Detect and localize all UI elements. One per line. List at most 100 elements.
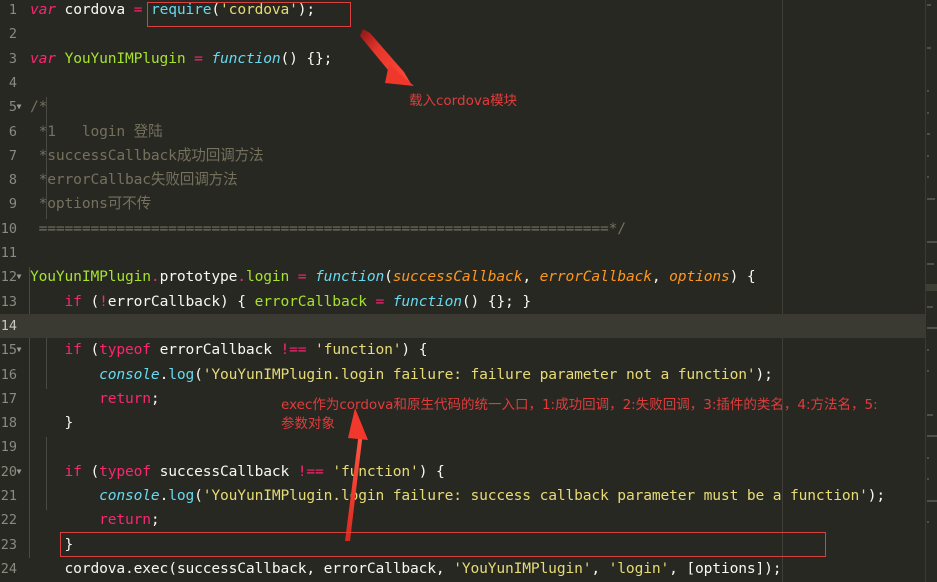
line-number-23: 23	[0, 533, 26, 557]
code-line-21[interactable]: console.log('YouYunIMPlugin.login failur…	[26, 484, 925, 508]
line-number-label: 8	[8, 172, 17, 189]
code-line-5[interactable]: /*	[26, 95, 925, 119]
code-token: .	[159, 365, 169, 383]
code-line-15[interactable]: if (typeof errorCallback !== 'function')…	[26, 338, 925, 362]
code-token: (	[194, 365, 203, 383]
line-number-label: 14	[0, 317, 17, 334]
code-line-14[interactable]	[26, 313, 925, 339]
minimap-line	[927, 413, 933, 416]
code-token: return	[99, 389, 151, 407]
code-token: function	[392, 292, 462, 310]
line-number-24: 24	[0, 557, 26, 581]
line-number-20: 20 ▼	[0, 460, 26, 484]
code-token: 'function'	[315, 341, 402, 359]
fold-arrow-icon[interactable]: ▼	[14, 95, 24, 119]
code-token: (	[81, 341, 100, 359]
code-token: () {}; }	[461, 292, 531, 310]
code-token: 'YouYunIMPlugin.login failure: success c…	[202, 487, 868, 504]
line-number-2: 2	[0, 22, 26, 46]
code-token: (	[211, 1, 221, 18]
fold-arrow-icon[interactable]: ▼	[14, 460, 24, 484]
code-token: YouYunIMPlugin	[30, 268, 151, 286]
code-line-19[interactable]	[26, 435, 925, 459]
code-token: function	[315, 268, 385, 286]
code-token: =	[194, 49, 212, 67]
code-token: .	[150, 268, 160, 286]
code-token: return	[99, 511, 151, 529]
line-number-label: 2	[8, 26, 17, 43]
code-line-6[interactable]: *1 login 登陆	[26, 120, 925, 144]
code-line-22[interactable]: return;	[26, 508, 925, 532]
line-number-3: 3	[0, 47, 26, 71]
line-number-9: 9	[0, 192, 26, 216]
line-number-13: 13	[0, 290, 26, 314]
code-token: errorCallback	[150, 341, 281, 359]
code-line-23[interactable]: }	[26, 533, 925, 557]
line-number-label: 1	[8, 2, 17, 18]
code-token: ) {	[729, 268, 756, 286]
code-editor[interactable]: 1 2 3 4 5 ▼ 6 7 8 9 10 11 12 ▼ 13 14 15 ▼ 16 17 18 19 20 ▼ 21 22 2…	[0, 0, 937, 582]
code-token: /*	[30, 98, 48, 116]
line-number-label: 4	[8, 74, 17, 91]
code-token: , [options]);	[669, 559, 782, 577]
code-token: !	[99, 292, 108, 310]
code-line-1[interactable]: var cordova = require('cordova');	[26, 0, 925, 22]
line-number-label: 22	[0, 512, 17, 529]
line-number-label: 18	[0, 415, 17, 432]
code-line-13[interactable]: if (!errorCallback) { errorCallback = fu…	[26, 290, 925, 314]
code-token: cordova	[30, 559, 126, 577]
line-number-label: 10	[0, 220, 17, 237]
code-token: var	[30, 1, 56, 18]
minimap-line	[927, 90, 929, 93]
line-number-7: 7	[0, 144, 26, 168]
code-token: ========================================…	[30, 219, 626, 237]
code-token: }	[30, 535, 74, 553]
code-token: );	[755, 365, 773, 383]
code-token: function	[211, 49, 281, 67]
code-line-11[interactable]	[26, 241, 925, 265]
code-line-10[interactable]: ========================================…	[26, 217, 925, 241]
minimap-strip[interactable]	[925, 0, 937, 582]
line-number-gutter: 1 2 3 4 5 ▼ 6 7 8 9 10 11 12 ▼ 13 14 15 ▼ 16 17 18 19 20 ▼ 21 22 2…	[0, 0, 26, 582]
code-token: ,	[591, 559, 609, 577]
code-line-20[interactable]: if (typeof successCallback !== 'function…	[26, 460, 925, 484]
fold-arrow-icon[interactable]: ▼	[14, 338, 24, 362]
code-token: ,	[522, 268, 540, 286]
code-token: 'YouYunIMPlugin.login failure: failure p…	[202, 365, 756, 383]
code-token: if	[64, 341, 82, 359]
code-line-2[interactable]	[26, 22, 925, 46]
code-line-12[interactable]: YouYunIMPlugin.prototype.login = functio…	[26, 265, 925, 289]
line-number-label: 6	[8, 123, 17, 140]
code-token: );	[867, 487, 886, 504]
code-token: 'cordova'	[220, 1, 298, 18]
code-line-16[interactable]: console.log('YouYunIMPlugin.login failur…	[26, 363, 925, 387]
line-number-label: 9	[8, 196, 17, 213]
line-number-label: 16	[0, 366, 17, 383]
code-content[interactable]: var cordova = require('cordova'); var You…	[26, 0, 925, 582]
code-token: log	[168, 365, 195, 383]
code-line-8[interactable]: *errorCallbac失败回调方法	[26, 168, 925, 192]
code-line-18[interactable]: }	[26, 411, 925, 435]
code-line-4[interactable]	[26, 71, 925, 95]
line-number-19: 19	[0, 435, 26, 459]
line-number-11: 11	[0, 241, 26, 265]
line-number-16: 16	[0, 363, 26, 387]
fold-arrow-icon[interactable]: ▼	[14, 265, 24, 289]
code-line-24[interactable]: cordova.exec(successCallback, errorCallb…	[26, 557, 925, 581]
code-token: successCallback	[150, 462, 298, 480]
minimap-current-line	[926, 284, 937, 292]
code-line-3[interactable]: var YouYunIMPlugin = function() {};	[26, 47, 925, 71]
code-line-7[interactable]: *successCallback成功回调方法	[26, 144, 925, 168]
code-line-9[interactable]: *options可不传	[26, 192, 925, 216]
code-token: prototype	[159, 268, 238, 286]
code-token: (	[384, 268, 393, 286]
line-number-label: 23	[0, 536, 17, 553]
minimap-line	[927, 111, 929, 114]
minimap-line	[927, 154, 930, 157]
code-line-17[interactable]: return;	[26, 387, 925, 411]
